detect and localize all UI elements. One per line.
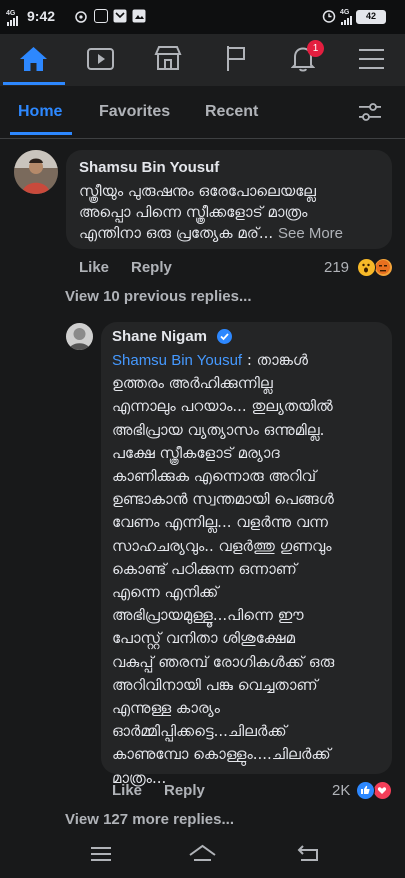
- reply-button[interactable]: Reply: [131, 259, 172, 276]
- verified-badge-icon: [217, 329, 232, 344]
- see-more-link[interactable]: See More: [278, 225, 343, 242]
- divider: [0, 138, 405, 139]
- gallery-icon: [132, 9, 146, 23]
- hotspot-icon: [75, 11, 87, 23]
- reaction-count[interactable]: 219: [324, 259, 349, 276]
- system-navigation: [0, 830, 405, 878]
- reply-author[interactable]: Shane Nigam: [112, 328, 207, 345]
- signal-label-right: 4G: [340, 9, 350, 16]
- comment-author[interactable]: Shamsu Bin Yousuf: [79, 159, 219, 176]
- home-button-icon[interactable]: [189, 844, 216, 862]
- view-previous-replies[interactable]: View 10 previous replies...: [65, 288, 251, 305]
- reply-reply-button[interactable]: Reply: [164, 782, 205, 799]
- watch-icon: [87, 48, 114, 70]
- signal-icon-right: [341, 16, 352, 25]
- avatar[interactable]: [14, 150, 58, 194]
- home-icon: [20, 47, 47, 71]
- status-bar: 4G 9:42 4G 42: [0, 0, 405, 34]
- reply-text-first: : താങ്കൾ: [242, 351, 308, 369]
- gmail-icon: [113, 9, 127, 23]
- nav-marketplace[interactable]: [134, 34, 201, 86]
- nav-watch[interactable]: [67, 34, 134, 86]
- tab-recent[interactable]: Recent: [205, 103, 258, 121]
- nav-home[interactable]: [0, 34, 67, 86]
- avatar-photo: [14, 150, 58, 194]
- like-reaction-icon: [356, 781, 375, 800]
- feed-tabs: Home Favorites Recent: [0, 86, 405, 138]
- reply-text: Shamsu Bin Yousuf : താങ്കൾ ഉത്തരം അർഹിക്…: [112, 349, 390, 790]
- filter-settings-icon[interactable]: [358, 102, 382, 122]
- reply-like-button[interactable]: Like: [112, 782, 142, 799]
- signal-icon: [7, 16, 18, 26]
- tab-favorites[interactable]: Favorites: [99, 103, 170, 121]
- mention-link[interactable]: Shamsu Bin Yousuf: [112, 352, 242, 369]
- alarm-icon: [322, 10, 336, 23]
- reply-avatar-photo: [66, 323, 93, 350]
- nav-menu[interactable]: [335, 34, 402, 86]
- top-navigation: [0, 34, 405, 86]
- view-more-replies[interactable]: View 127 more replies...: [65, 811, 234, 828]
- love-reaction-icon: [373, 781, 392, 800]
- clock: 9:42: [27, 8, 56, 24]
- notification-badge: 1: [307, 40, 324, 57]
- battery-icon: 42: [356, 10, 386, 24]
- marketplace-icon: [154, 46, 182, 70]
- back-icon[interactable]: [297, 845, 320, 862]
- tab-home[interactable]: Home: [18, 103, 62, 121]
- reply-text-rest: ഉത്തരം അർഹിക്കുന്നില്ല എന്നാലും പറയാം...…: [112, 374, 335, 787]
- active-nav-indicator: [3, 82, 65, 85]
- pages-flag-icon: [227, 46, 245, 71]
- instagram-icon: [94, 9, 108, 23]
- nav-notifications[interactable]: [268, 34, 335, 86]
- wow-reaction-icon: [357, 258, 376, 277]
- comment-bubble: Shamsu Bin Yousuf സ്ത്രീയും പുരുഷനും ഒരേ…: [66, 150, 392, 249]
- like-button[interactable]: Like: [79, 259, 109, 276]
- active-tab-indicator: [10, 132, 72, 135]
- recent-apps-icon[interactable]: [91, 846, 111, 862]
- nav-pages[interactable]: [201, 34, 268, 86]
- angry-reaction-icon: [374, 258, 393, 277]
- menu-icon: [359, 49, 384, 69]
- reply-avatar[interactable]: [66, 323, 93, 350]
- reply-bubble: Shane Nigam Shamsu Bin Yousuf : താങ്കൾ ഉ…: [101, 322, 392, 787]
- reply-reaction-count[interactable]: 2K: [332, 782, 350, 799]
- comment-text: സ്ത്രീയും പുരുഷനും ഒരേപോലെയല്ലേ അപ്പൊ പി…: [79, 181, 389, 244]
